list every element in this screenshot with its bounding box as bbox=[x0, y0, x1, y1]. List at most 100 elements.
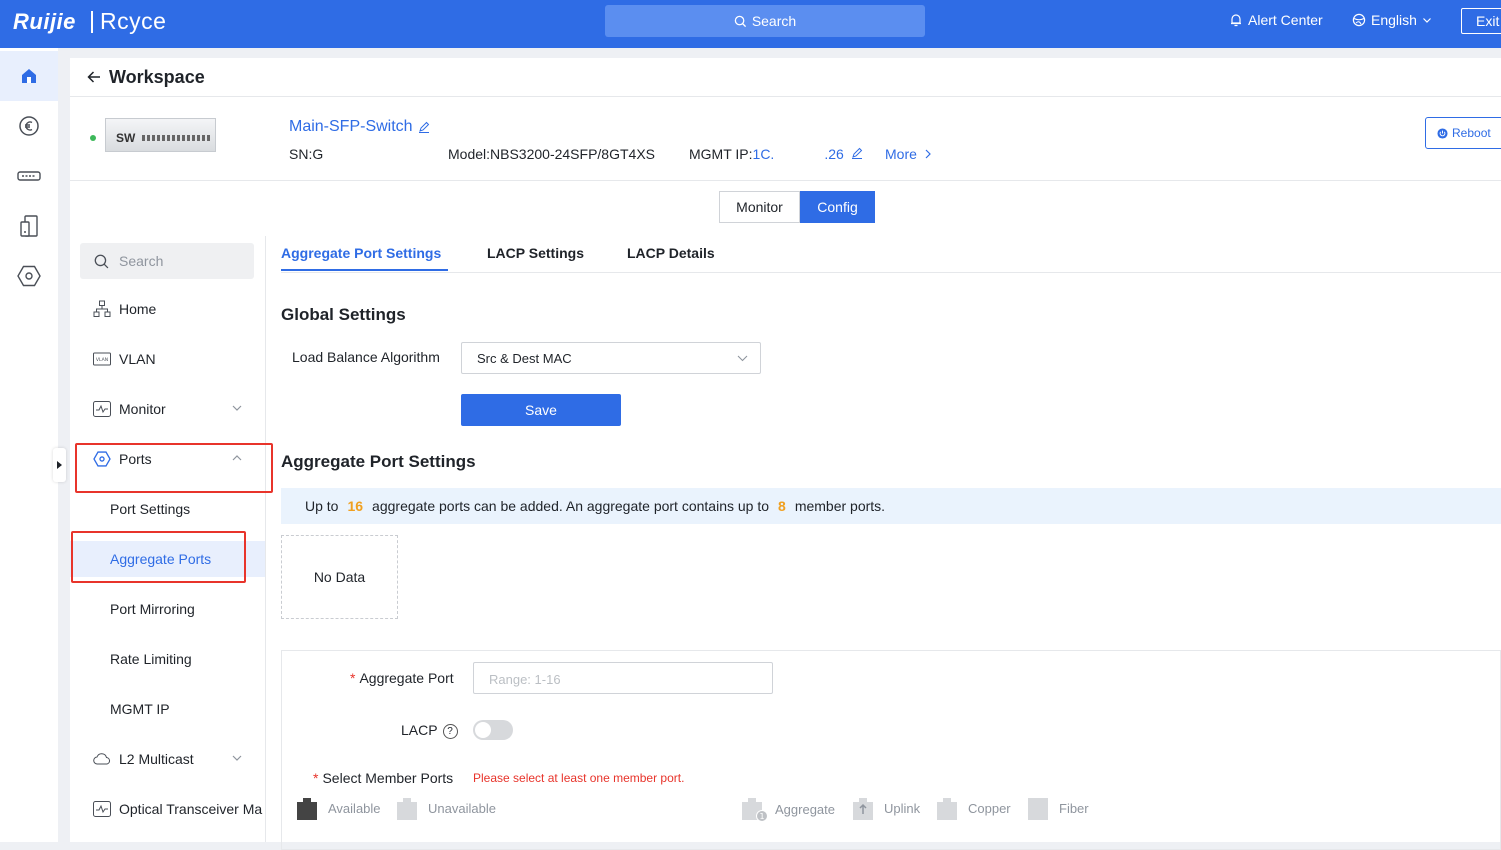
bell-icon bbox=[1231, 14, 1241, 27]
legend-label: Fiber bbox=[1059, 800, 1089, 816]
mgmt-ip-start: 1C. bbox=[752, 146, 775, 162]
sidebar-item-label: Monitor bbox=[119, 401, 166, 417]
sidebar-subitem-rate-limiting[interactable]: Rate Limiting bbox=[70, 641, 265, 677]
info-text: aggregate ports can be added. An aggrega… bbox=[372, 498, 770, 514]
tab-aggregate-port-settings[interactable]: Aggregate Port Settings bbox=[281, 245, 441, 261]
sidebar-item-label: Home bbox=[119, 301, 157, 317]
monitor-icon bbox=[93, 401, 111, 417]
aggregate-badge: 1 bbox=[759, 812, 764, 821]
rail-project[interactable] bbox=[0, 201, 58, 251]
reboot-button[interactable]: Reboot bbox=[1425, 117, 1501, 149]
device-name[interactable]: Main-SFP-Switch bbox=[289, 118, 430, 136]
lacp-label-text: LACP bbox=[401, 722, 438, 738]
aggregate-port-input[interactable]: Range: 1-16 bbox=[473, 662, 773, 694]
legend-label: Aggregate bbox=[775, 801, 835, 817]
tab-lacp-details[interactable]: LACP Details bbox=[627, 245, 715, 261]
lacp-toggle[interactable] bbox=[473, 720, 513, 740]
device-image-ports bbox=[142, 135, 210, 141]
aggregate-port-label-text: Aggregate Port bbox=[359, 670, 454, 686]
document-icon bbox=[20, 215, 38, 237]
info-text: Up to bbox=[305, 498, 339, 514]
chevron-down-icon bbox=[232, 405, 242, 411]
sidebar-item-label: Optical Transceiver Ma bbox=[119, 801, 263, 817]
sidebar-item-vlan[interactable]: VLAN VLAN bbox=[70, 341, 265, 377]
tab-lacp-settings[interactable]: LACP Settings bbox=[487, 245, 584, 261]
legend-label: Available bbox=[328, 800, 381, 816]
home-icon bbox=[22, 69, 36, 83]
sidebar-search-input[interactable]: Search bbox=[80, 243, 254, 279]
brand-logo: Ruijie bbox=[13, 9, 76, 34]
divider bbox=[70, 180, 1501, 181]
sidebar-search-placeholder: Search bbox=[119, 253, 164, 269]
top-bar: Ruijie Rcyce Search Alert Center English… bbox=[0, 0, 1501, 48]
rail-settings[interactable] bbox=[0, 251, 58, 301]
global-settings-title: Global Settings bbox=[281, 305, 406, 324]
save-button[interactable]: Save bbox=[461, 394, 621, 426]
global-search-label: Search bbox=[751, 13, 797, 29]
rail-devices[interactable] bbox=[0, 151, 58, 201]
edit-icon[interactable] bbox=[851, 147, 863, 159]
sidebar-item-label: L2 Multicast bbox=[119, 751, 194, 767]
svg-text:VLAN: VLAN bbox=[96, 357, 108, 363]
sidebar-item-home[interactable]: Home bbox=[70, 291, 265, 327]
global-search-button[interactable]: Search bbox=[605, 5, 925, 37]
rail-billing[interactable] bbox=[0, 101, 58, 151]
vlan-icon: VLAN bbox=[93, 352, 111, 366]
chevron-down-icon bbox=[737, 355, 748, 362]
tab-config[interactable]: Config bbox=[800, 191, 875, 223]
chevron-down-icon bbox=[232, 755, 242, 761]
back-arrow-icon[interactable] bbox=[86, 69, 102, 85]
info-text: member ports. bbox=[794, 498, 886, 514]
mgmt-ip-end: .26 bbox=[824, 146, 844, 162]
tab-monitor[interactable]: Monitor bbox=[719, 191, 800, 223]
switch-icon bbox=[17, 171, 41, 181]
monitor-icon bbox=[93, 801, 111, 817]
legend-uplink: Uplink bbox=[850, 796, 920, 820]
masked-value bbox=[323, 147, 370, 159]
edit-icon[interactable] bbox=[418, 121, 430, 133]
port-copper-icon bbox=[937, 798, 957, 820]
currency-icon bbox=[19, 116, 39, 136]
load-balance-value: Src & Dest MAC bbox=[477, 350, 572, 366]
sidebar-item-ports[interactable]: Ports bbox=[70, 441, 265, 477]
legend-label: Uplink bbox=[884, 800, 921, 816]
logo-divider bbox=[91, 11, 93, 33]
config-sidebar: Search Home VLAN VLAN Monitor Ports Port… bbox=[70, 236, 273, 842]
caret-right-icon bbox=[57, 461, 62, 469]
masked-value bbox=[774, 147, 825, 159]
port-unavailable-icon bbox=[397, 798, 417, 820]
sidebar-item-monitor[interactable]: Monitor bbox=[70, 391, 265, 427]
sidebar-collapse-handle[interactable] bbox=[53, 448, 66, 482]
product-logo: Rcyce bbox=[100, 8, 167, 34]
language-label: English bbox=[1371, 12, 1417, 28]
device-status-dot bbox=[90, 135, 96, 141]
help-icon[interactable]: ? bbox=[442, 723, 458, 739]
cloud-icon bbox=[93, 753, 111, 765]
page-title: Workspace bbox=[109, 67, 205, 87]
sidebar-item-label: Ports bbox=[119, 451, 152, 467]
sidebar-item-optical-transceiver[interactable]: Optical Transceiver Ma bbox=[70, 791, 265, 827]
exit-button[interactable]: Exit bbox=[1461, 8, 1501, 34]
device-image: SW bbox=[105, 118, 216, 152]
device-sn-text: SN:G bbox=[289, 146, 324, 162]
sidebar-subitem-port-settings[interactable]: Port Settings bbox=[70, 491, 265, 527]
sidebar-subitem-mgmt-ip[interactable]: MGMT IP bbox=[70, 691, 265, 727]
reboot-label: Reboot bbox=[1452, 126, 1491, 140]
device-name-text: Main-SFP-Switch bbox=[289, 118, 413, 135]
rail-home[interactable] bbox=[0, 51, 58, 101]
port-icon bbox=[93, 451, 111, 467]
legend-label: Unavailable bbox=[428, 800, 496, 816]
more-link[interactable]: More bbox=[885, 146, 932, 162]
content-area: Aggregate Port Settings LACP Settings LA… bbox=[281, 236, 1501, 850]
load-balance-select[interactable]: Src & Dest MAC bbox=[461, 342, 761, 374]
sidebar-subitem-aggregate-ports[interactable]: Aggregate Ports bbox=[70, 541, 265, 577]
sidebar-item-l2-multicast[interactable]: L2 Multicast bbox=[70, 741, 265, 777]
search-icon bbox=[734, 15, 746, 27]
legend-fiber: Fiber bbox=[1025, 796, 1089, 820]
sidebar-subitem-port-mirroring[interactable]: Port Mirroring bbox=[70, 591, 265, 627]
language-selector[interactable]: English bbox=[1352, 12, 1438, 28]
aggregate-port-label: * Aggregate Port bbox=[350, 670, 454, 686]
alert-center-link[interactable]: Alert Center bbox=[1229, 12, 1323, 28]
port-available-icon bbox=[297, 798, 317, 820]
legend-unavailable: Unavailable bbox=[394, 796, 496, 820]
